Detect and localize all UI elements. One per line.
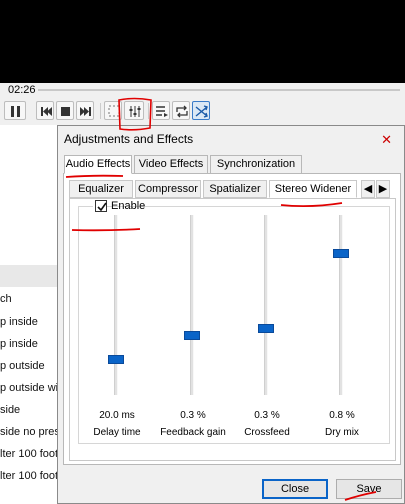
video-area[interactable] xyxy=(0,0,405,83)
feedback-gain-label: Feedback gain xyxy=(160,427,226,438)
dry-mix-slider[interactable] xyxy=(322,215,362,395)
extended-settings-button[interactable] xyxy=(124,101,144,120)
equalizer-sliders-icon xyxy=(129,106,141,117)
toolbar-separator xyxy=(100,103,101,119)
adjustments-dialog: Adjustments and Effects ✕ Audio Effects … xyxy=(57,125,405,504)
playlist-icon xyxy=(156,106,168,117)
close-icon[interactable]: ✕ xyxy=(381,132,392,148)
slider-thumb[interactable] xyxy=(108,355,124,365)
playlist-item[interactable]: p inside xyxy=(0,316,38,328)
previous-button[interactable] xyxy=(36,101,54,120)
slider-track xyxy=(339,215,343,395)
seek-slider[interactable] xyxy=(38,89,400,91)
playlist-item[interactable]: side xyxy=(0,404,20,416)
next-button[interactable] xyxy=(76,101,94,120)
seek-row: 02:26 xyxy=(0,83,405,97)
playlist-item[interactable]: p outside xyxy=(0,360,45,372)
playlist-button[interactable] xyxy=(152,101,170,120)
playlist-item[interactable]: lter 100 foot xyxy=(0,448,58,460)
control-toolbar xyxy=(0,97,405,125)
stereo-widener-panel: Enable 20.0 ms 0.3 % 0.3 % 0.8 % Delay t… xyxy=(69,198,396,461)
enable-checkbox[interactable] xyxy=(95,200,107,212)
slider-thumb[interactable] xyxy=(258,324,274,334)
playlist-item[interactable]: p outside wi xyxy=(0,382,58,394)
loop-icon xyxy=(176,105,188,118)
chevron-left-icon: ◀ xyxy=(363,183,373,195)
close-button[interactable]: Close xyxy=(262,479,328,499)
tab-scroll-right-button[interactable]: ▶ xyxy=(376,180,390,198)
delay-time-label: Delay time xyxy=(93,427,141,438)
enable-checkbox-wrap[interactable]: Enable xyxy=(93,199,145,215)
fullscreen-icon xyxy=(108,105,120,117)
enable-label: Enable xyxy=(111,200,146,212)
playlist-item[interactable]: lter 100 foot xyxy=(0,470,58,482)
pause-button[interactable] xyxy=(4,101,26,120)
subtab-spatializer[interactable]: Spatializer xyxy=(203,180,267,198)
playlist-item[interactable]: ch xyxy=(0,293,12,305)
shuffle-icon xyxy=(195,105,208,118)
fullscreen-button[interactable] xyxy=(104,101,122,120)
chevron-right-icon: ▶ xyxy=(378,183,388,195)
stop-icon xyxy=(61,107,70,116)
previous-icon xyxy=(41,107,52,116)
crossfeed-label: Crossfeed xyxy=(244,427,290,438)
tab-synchronization[interactable]: Synchronization xyxy=(210,155,302,174)
playlist-selected-row[interactable] xyxy=(0,265,62,287)
slider-thumb[interactable] xyxy=(184,331,200,341)
dry-mix-value: 0.8 % xyxy=(329,410,355,421)
slider-track xyxy=(190,215,194,395)
playlist-item[interactable]: side no pres xyxy=(0,426,60,438)
slider-track xyxy=(264,215,268,395)
delay-time-value: 20.0 ms xyxy=(99,410,135,421)
subtab-equalizer[interactable]: Equalizer xyxy=(69,180,133,198)
dry-mix-label: Dry mix xyxy=(325,427,359,438)
elapsed-time: 02:26 xyxy=(8,84,36,96)
slider-thumb[interactable] xyxy=(333,249,349,259)
tab-audio-effects[interactable]: Audio Effects xyxy=(64,155,132,174)
tab-video-effects[interactable]: Video Effects xyxy=(134,155,208,174)
pause-icon xyxy=(11,106,20,117)
shuffle-button[interactable] xyxy=(192,101,210,120)
checkmark-icon xyxy=(97,202,107,212)
enable-group: Enable 20.0 ms 0.3 % 0.3 % 0.8 % Delay t… xyxy=(78,199,390,444)
subtab-stereo-widener[interactable]: Stereo Widener xyxy=(269,180,357,198)
crossfeed-value: 0.3 % xyxy=(254,410,280,421)
loop-button[interactable] xyxy=(172,101,190,120)
audio-effects-panel: Equalizer Compressor Spatializer Stereo … xyxy=(63,173,401,465)
feedback-gain-slider[interactable] xyxy=(173,215,213,395)
crossfeed-slider[interactable] xyxy=(247,215,287,395)
playlist-item[interactable]: p inside xyxy=(0,338,38,350)
save-button[interactable]: Save xyxy=(336,479,402,499)
stop-button[interactable] xyxy=(56,101,74,120)
tab-scroll-left-button[interactable]: ◀ xyxy=(361,180,375,198)
delay-time-slider[interactable] xyxy=(97,215,137,395)
subtab-compressor[interactable]: Compressor xyxy=(135,180,201,198)
slider-track xyxy=(114,215,118,395)
toolbar-separator xyxy=(148,103,149,119)
dialog-title: Adjustments and Effects xyxy=(64,132,194,146)
feedback-gain-value: 0.3 % xyxy=(180,410,206,421)
next-icon xyxy=(80,107,91,116)
